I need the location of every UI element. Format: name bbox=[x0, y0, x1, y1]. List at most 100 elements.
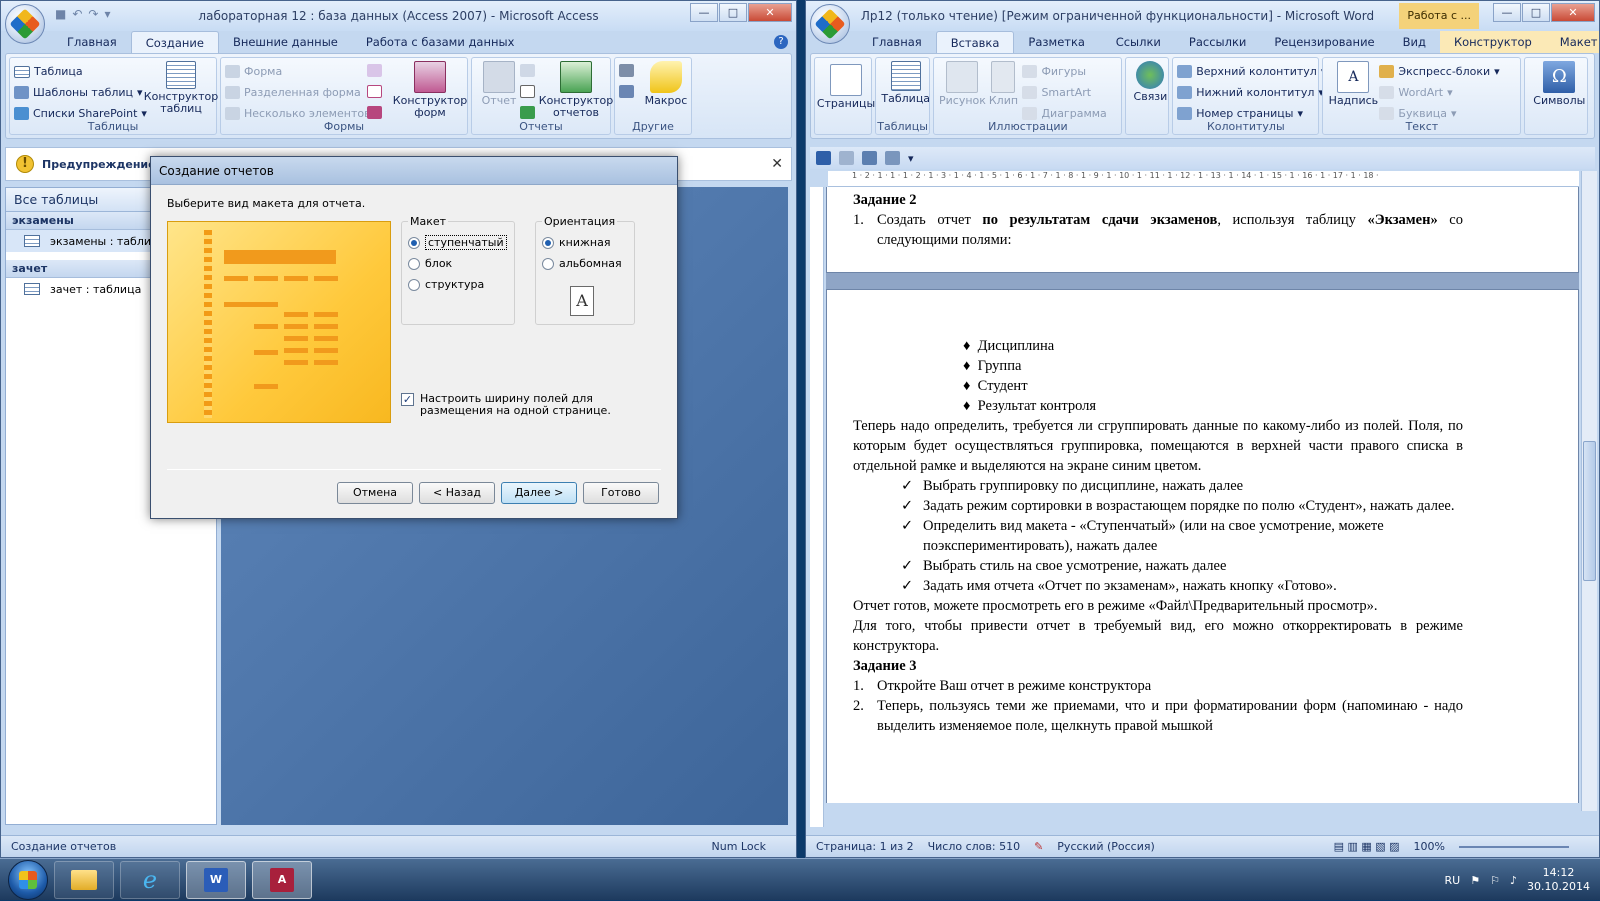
tab-create[interactable]: Создание bbox=[130, 31, 219, 53]
more-forms-icon[interactable] bbox=[367, 106, 382, 119]
minimize-button[interactable]: — bbox=[690, 3, 718, 22]
table-designer-button[interactable]: Конструктор таблиц bbox=[144, 61, 218, 115]
office-button[interactable] bbox=[5, 4, 45, 44]
header-button[interactable]: Верхний колонтитул▾ bbox=[1177, 61, 1326, 82]
language-indicator[interactable]: RU bbox=[1445, 874, 1461, 887]
taskbar-ie[interactable]: e bbox=[120, 860, 180, 899]
taskbar-word[interactable]: W bbox=[186, 860, 246, 899]
ribbon: Страницы Таблица Таблицы Рисунок Клип Фи… bbox=[810, 53, 1595, 139]
language[interactable]: Русский (Россия) bbox=[1057, 840, 1155, 853]
symbols-button[interactable]: Ω Символы bbox=[1530, 61, 1588, 107]
pivot-chart-icon[interactable] bbox=[367, 64, 382, 77]
cancel-button[interactable]: Отмена bbox=[337, 482, 413, 504]
view-buttons[interactable]: ▤ ▥ ▦ ▧ ▨ bbox=[1334, 840, 1400, 853]
close-warning-icon[interactable]: ✕ bbox=[771, 156, 783, 172]
tab-layout[interactable]: Макет bbox=[1545, 31, 1599, 53]
minimize-button[interactable]: — bbox=[1493, 3, 1521, 22]
smartart-icon bbox=[1022, 86, 1038, 99]
print-icon[interactable] bbox=[885, 151, 900, 165]
footer-button[interactable]: Нижний колонтитул ▾ bbox=[1177, 82, 1326, 103]
office-logo-icon bbox=[9, 8, 41, 40]
sharepoint-icon bbox=[14, 107, 29, 120]
tab-home[interactable]: Главная bbox=[858, 31, 936, 53]
preview-rows bbox=[284, 312, 308, 372]
fit-width-checkbox[interactable]: ✓ Настроить ширину полей для размещения … bbox=[401, 393, 661, 417]
spelling-icon[interactable] bbox=[862, 151, 877, 165]
radio-block[interactable]: блок bbox=[408, 253, 507, 274]
office-button[interactable] bbox=[810, 4, 850, 44]
next-button[interactable]: Далее > bbox=[501, 482, 577, 504]
tab-page-layout[interactable]: Разметка страницы bbox=[1014, 31, 1101, 71]
page-count[interactable]: Страница: 1 из 2 bbox=[816, 840, 914, 853]
tab-home[interactable]: Главная bbox=[53, 31, 131, 53]
table-templates-button[interactable]: Шаблоны таблиц ▾ bbox=[14, 82, 143, 103]
vertical-scrollbar[interactable] bbox=[1581, 171, 1597, 811]
undo-icon[interactable] bbox=[839, 151, 854, 165]
macro-button[interactable]: Макрос bbox=[640, 61, 692, 107]
radio-outline[interactable]: структура bbox=[408, 274, 507, 295]
report-button[interactable]: Отчет bbox=[479, 61, 519, 107]
blank-report-icon[interactable] bbox=[520, 85, 535, 98]
document-area: Задание 2 1. Создать отчет по результата… bbox=[826, 187, 1579, 803]
report-designer-button[interactable]: Конструктор отчетов bbox=[539, 61, 613, 119]
tab-database-tools[interactable]: Работа с базами данных bbox=[352, 31, 529, 53]
query-designer-icon[interactable] bbox=[619, 85, 634, 98]
tab-review[interactable]: Рецензирование bbox=[1260, 31, 1388, 53]
proofing-icon[interactable]: ✎ bbox=[1034, 840, 1043, 853]
table-button[interactable]: Таблица bbox=[14, 61, 142, 82]
radio-portrait[interactable]: книжная bbox=[542, 232, 622, 253]
paragraph: Теперь надо определить, требуется ли сгр… bbox=[853, 418, 1463, 474]
customize-icon[interactable]: ▾ bbox=[908, 152, 914, 165]
clip-button[interactable]: Клип bbox=[985, 61, 1021, 107]
tab-external-data[interactable]: Внешние данные bbox=[219, 31, 352, 53]
links-button[interactable]: Связи bbox=[1131, 61, 1169, 103]
volume-icon[interactable]: ♪ bbox=[1510, 874, 1517, 887]
horizontal-ruler[interactable]: 1 · 2 · 1 · 1 · 1 · 2 · 1 · 3 · 1 · 4 · … bbox=[828, 171, 1579, 187]
shapes-button[interactable]: Фигуры bbox=[1022, 61, 1106, 82]
quick-parts-button[interactable]: Экспресс-блоки ▾ bbox=[1379, 61, 1500, 82]
close-button[interactable]: ✕ bbox=[748, 3, 792, 22]
help-icon[interactable]: ? bbox=[774, 35, 788, 49]
word-count[interactable]: Число слов: 510 bbox=[928, 840, 1021, 853]
tab-design[interactable]: Конструктор bbox=[1439, 31, 1546, 53]
vertical-ruler[interactable] bbox=[810, 187, 824, 827]
clock[interactable]: 14:12 30.10.2014 bbox=[1527, 866, 1590, 894]
blank-form-icon[interactable] bbox=[367, 85, 382, 98]
smartart-button[interactable]: SmartArt bbox=[1022, 82, 1106, 103]
save-icon[interactable] bbox=[816, 151, 831, 165]
warning-icon: ! bbox=[16, 155, 34, 173]
windows-flag-icon bbox=[19, 870, 37, 889]
wordart-button[interactable]: WordArt ▾ bbox=[1379, 82, 1499, 103]
tab-mailings[interactable]: Рассылки bbox=[1175, 31, 1260, 53]
query-wizard-icon[interactable] bbox=[619, 64, 634, 77]
form-designer-button[interactable]: Конструктор форм bbox=[393, 61, 467, 119]
tab-view[interactable]: Вид bbox=[1389, 31, 1440, 53]
split-form-button[interactable]: Разделенная форма bbox=[225, 82, 385, 103]
zoom-slider[interactable] bbox=[1459, 845, 1569, 848]
radio-landscape[interactable]: альбомная bbox=[542, 253, 622, 274]
start-button[interactable] bbox=[8, 859, 48, 900]
back-button[interactable]: < Назад bbox=[419, 482, 495, 504]
scroll-thumb[interactable] bbox=[1583, 441, 1596, 581]
maximize-button[interactable]: □ bbox=[719, 3, 747, 22]
split-form-icon bbox=[225, 86, 240, 99]
textbox-button[interactable]: A Надпись bbox=[1328, 61, 1378, 107]
taskbar-access[interactable]: A bbox=[252, 860, 312, 899]
pages-button[interactable]: Страницы bbox=[817, 64, 875, 110]
tab-insert[interactable]: Вставка bbox=[935, 31, 1015, 53]
labels-icon[interactable] bbox=[520, 64, 535, 77]
close-button[interactable]: ✕ bbox=[1551, 3, 1595, 22]
zoom-level[interactable]: 100% bbox=[1414, 840, 1445, 853]
picture-button[interactable]: Рисунок bbox=[939, 61, 986, 107]
flag-icon[interactable]: ⚐ bbox=[1490, 874, 1500, 887]
table-button[interactable]: Таблица bbox=[881, 61, 931, 105]
check-list: ✓ Выбрать группировку по дисциплине, нажа… bbox=[853, 476, 1463, 596]
network-icon[interactable]: ⚑ bbox=[1470, 874, 1480, 887]
radio-stepped[interactable]: ступенчатый bbox=[408, 232, 507, 253]
finish-button[interactable]: Готово bbox=[583, 482, 659, 504]
form-button[interactable]: Форма bbox=[225, 61, 385, 82]
maximize-button[interactable]: □ bbox=[1522, 3, 1550, 22]
tab-references[interactable]: Ссылки bbox=[1102, 31, 1175, 53]
taskbar-explorer[interactable] bbox=[54, 860, 114, 899]
report-wizard-icon[interactable] bbox=[520, 106, 535, 119]
